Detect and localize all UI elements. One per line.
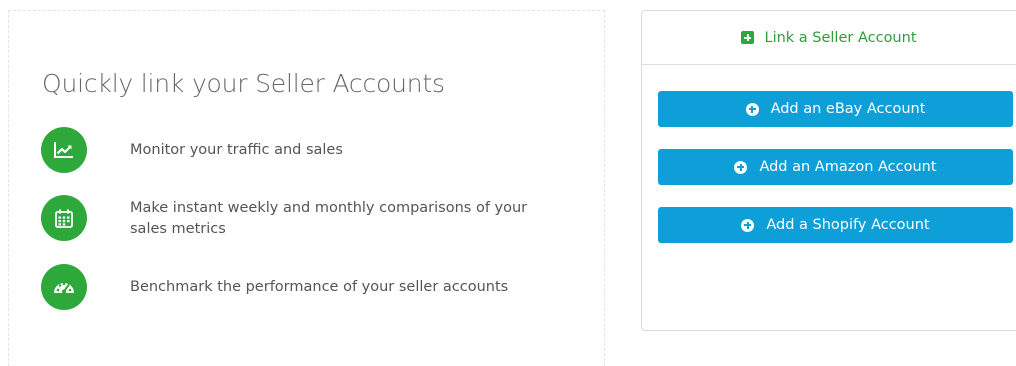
feature-text: Monitor your traffic and sales bbox=[130, 142, 343, 158]
calendar-icon bbox=[41, 195, 87, 241]
plus-square-icon bbox=[741, 31, 755, 44]
add-amazon-account-button[interactable]: Add an Amazon Account bbox=[658, 149, 1013, 185]
add-ebay-account-button[interactable]: Add an eBay Account bbox=[658, 91, 1013, 127]
add-shopify-account-button[interactable]: Add a Shopify Account bbox=[658, 207, 1013, 243]
link-seller-account-link[interactable]: Link a Seller Account bbox=[741, 29, 917, 46]
dashboard-gauge-icon bbox=[41, 264, 87, 310]
feature-item-comparisons: Make instant weekly and monthly comparis… bbox=[41, 195, 560, 241]
intro-panel: Quickly link your Seller Accounts Monito… bbox=[8, 10, 605, 366]
button-label: Add an Amazon Account bbox=[759, 159, 937, 175]
header-label: Link a Seller Account bbox=[764, 29, 917, 46]
plus-circle-icon bbox=[734, 160, 748, 174]
panel-header: Link a Seller Account bbox=[642, 11, 1016, 65]
link-seller-account-panel: Link a Seller Account Add an eBay Accoun… bbox=[641, 10, 1016, 331]
button-label: Add a Shopify Account bbox=[766, 217, 930, 233]
plus-circle-icon bbox=[741, 218, 755, 232]
intro-title: Quickly link your Seller Accounts bbox=[42, 69, 445, 98]
plus-circle-icon bbox=[745, 102, 759, 116]
feature-item-benchmark: Benchmark the performance of your seller… bbox=[41, 264, 560, 310]
feature-text: Make instant weekly and monthly comparis… bbox=[130, 200, 528, 237]
button-label: Add an eBay Account bbox=[770, 101, 926, 117]
feature-text: Benchmark the performance of your seller… bbox=[130, 279, 509, 295]
line-chart-icon bbox=[41, 127, 87, 173]
feature-item-traffic: Monitor your traffic and sales bbox=[41, 127, 560, 173]
